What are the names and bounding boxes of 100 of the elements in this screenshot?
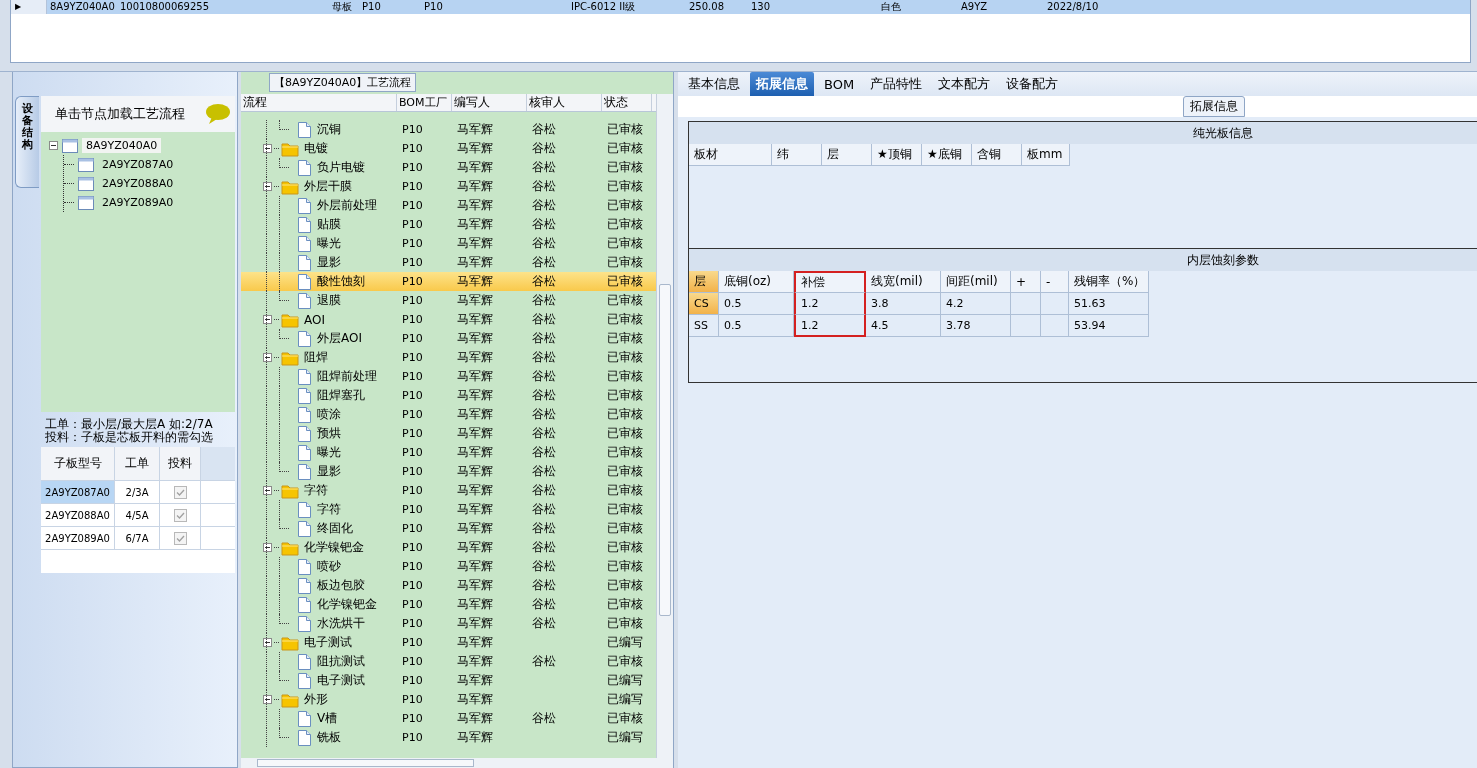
table-cell-text: 谷松 [531,330,556,347]
folder-name[interactable]: 外形 [301,691,328,708]
table-cell-text: 谷松 [531,273,556,290]
table-cell: 2/3A [115,481,160,503]
folder-name[interactable]: AOI [301,312,325,327]
checkbox[interactable] [173,485,187,499]
document-icon [297,405,312,424]
step-name[interactable]: 贴膜 [314,216,341,233]
step-name[interactable]: 阻抗测试 [314,653,365,670]
step-name[interactable]: 曝光 [314,235,341,252]
table-cell-text: 已审核 [606,216,643,233]
column-header[interactable]: 子板型号 [41,447,115,480]
column-header[interactable]: BOM工厂 [397,94,452,111]
column-header[interactable]: 间距(mil) [941,271,1011,293]
step-name[interactable]: 酸性蚀刻 [314,273,365,290]
tree-node[interactable]: 8A9YZ040A0 [82,138,162,153]
step-name[interactable]: 喷涂 [314,406,341,423]
table-cell-text: 谷松 [531,653,556,670]
column-header[interactable]: 板mm [1022,144,1070,166]
step-name[interactable]: 外层前处理 [314,197,377,214]
table-cell-text: 马军辉 [456,672,493,689]
table-cell-text: 马军辉 [456,140,493,157]
scrollbar[interactable] [241,758,673,768]
tab[interactable]: 基本信息 [682,72,746,96]
side-tab[interactable]: 设备结构 [15,96,39,188]
step-name[interactable]: 显影 [314,254,341,271]
column-header[interactable]: 核审人 [527,94,602,111]
column-header[interactable]: 含铜 [972,144,1022,166]
step-name[interactable]: 板边包胶 [314,577,365,594]
step-name[interactable]: 终固化 [314,520,353,537]
tree-node[interactable]: 2A9YZ088A0 [98,176,178,191]
step-name[interactable]: 化学镍钯金 [314,596,377,613]
column-header[interactable]: 线宽(mil) [866,271,941,293]
step-name[interactable]: 电子测试 [314,672,365,689]
table-cell-text: P10 [401,541,423,554]
step-name[interactable]: 沉铜 [314,121,341,138]
column-header[interactable]: - [1041,271,1069,293]
column-header[interactable]: 残铜率（%） [1069,271,1149,293]
column-header[interactable]: 纬 [772,144,822,166]
column-header[interactable]: 板材 [689,144,772,166]
column-header[interactable]: + [1011,271,1041,293]
column-header[interactable]: 工单 [115,447,160,480]
table-cell-text: 谷松 [531,558,556,575]
table-cell-text: 马军辉 [456,501,493,518]
step-name[interactable]: 曝光 [314,444,341,461]
step-name[interactable]: 阻焊前处理 [314,368,377,385]
document-icon [297,424,312,443]
table-cell-text: A9YZ [960,0,989,14]
table-cell-text: P10 [401,275,423,288]
column-header[interactable]: 底铜(oz) [719,271,794,293]
column-header[interactable]: 编写人 [452,94,527,111]
folder-name[interactable]: 字符 [301,482,328,499]
step-name[interactable]: 字符 [314,501,341,518]
folder-name[interactable]: 阻焊 [301,349,328,366]
step-name[interactable]: 显影 [314,463,341,480]
step-name[interactable]: 水洗烘干 [314,615,365,632]
column-header[interactable]: ★底铜 [922,144,972,166]
folder-name[interactable]: 外层干膜 [301,178,352,195]
table-cell-text: 马军辉 [456,311,493,328]
tab[interactable]: 拓展信息 [750,72,814,96]
tab[interactable]: 设备配方 [1000,72,1065,96]
folder-name[interactable]: 化学镍钯金 [301,539,364,556]
table-cell-text: P10 [401,313,423,326]
tab[interactable]: BOM [818,72,861,96]
step-name[interactable]: 外层AOI [314,330,362,347]
step-name[interactable]: 铣板 [314,729,341,746]
step-name[interactable]: 退膜 [314,292,341,309]
tab[interactable]: 文本配方 [932,72,997,96]
table-cell-text: 已审核 [606,197,643,214]
folder-name[interactable]: 电子测试 [301,634,352,651]
table-cell: 1.2 [794,315,866,337]
table-cell-text: 马军辉 [456,216,493,233]
column-header[interactable]: 流程 [241,94,397,111]
step-name[interactable]: V槽 [314,710,338,727]
step-name[interactable]: 阻焊塞孔 [314,387,365,404]
table-cell-text: 马军辉 [456,178,493,195]
folder-name[interactable]: 电镀 [301,140,328,157]
column-header[interactable]: ★顶铜 [872,144,922,166]
table-cell-text: 已审核 [606,463,643,480]
table-cell-text: 谷松 [531,406,556,423]
table-cell: 3.78 [941,315,1011,337]
column-header[interactable]: 状态 [602,94,652,111]
panel-header: 单击节点加载工艺流程 [55,105,185,123]
table-cell-text: 谷松 [531,254,556,271]
section-title: 内层蚀刻参数 [689,249,1477,271]
table-cell-text: 谷松 [531,216,556,233]
table-cell-text: P10 [401,484,423,497]
tree-node[interactable]: 2A9YZ089A0 [98,195,178,210]
step-name[interactable]: 负片电镀 [314,159,365,176]
step-name[interactable]: 喷砂 [314,558,341,575]
tree-node[interactable]: 2A9YZ087A0 [98,157,178,172]
column-header[interactable]: 层 [822,144,872,166]
table-cell-text: 已审核 [606,615,643,632]
checkbox[interactable] [173,508,187,522]
checkbox[interactable] [173,531,187,545]
column-header[interactable]: 层 [689,271,719,293]
column-header[interactable]: 补偿 [794,271,866,293]
step-name[interactable]: 预烘 [314,425,341,442]
scrollbar[interactable] [656,94,673,758]
tab[interactable]: 产品特性 [864,72,929,96]
